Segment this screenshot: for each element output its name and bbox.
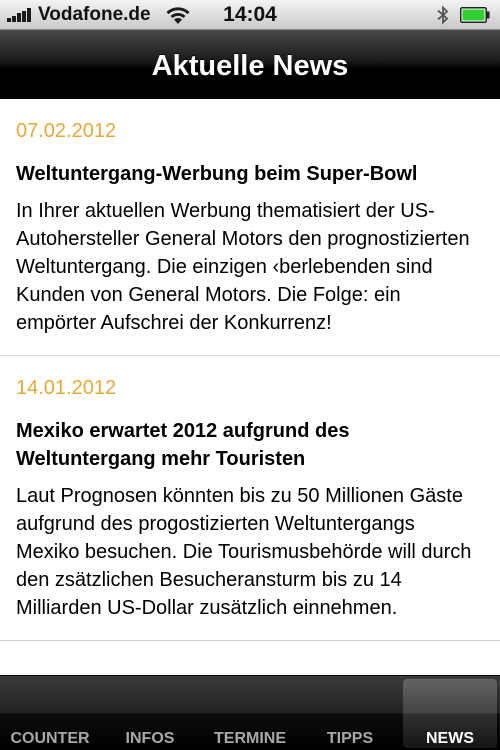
- app-screen: Vodafone.de 14:04 Aktuelle News 07.02.20…: [0, 0, 500, 750]
- tab-label: TIPPS: [326, 730, 374, 747]
- tab-tipps[interactable]: TIPPS: [300, 676, 400, 750]
- news-title: Weltuntergang-Werbung beim Super-Bowl: [16, 163, 418, 185]
- bluetooth-icon: [437, 5, 449, 25]
- tab-label: COUNTER: [10, 730, 90, 747]
- status-time: 14:04: [223, 3, 277, 26]
- tab-label: NEWS: [426, 730, 474, 747]
- battery-icon: [460, 7, 490, 23]
- tab-infos[interactable]: INFOS: [100, 676, 200, 750]
- tab-termine[interactable]: TERMINE: [200, 676, 300, 750]
- tab-label: INFOS: [125, 730, 175, 747]
- tab-label: TERMINE: [214, 730, 286, 747]
- navigation-bar: Aktuelle News: [0, 30, 500, 99]
- tab-counter[interactable]: COUNTER: [0, 676, 100, 750]
- news-body: In Ihrer aktuellen Werbung thematisiert …: [16, 200, 470, 334]
- news-item[interactable]: 14.01.2012 Mexiko erwartet 2012 aufgrund…: [0, 356, 500, 641]
- tab-bar: COUNTER INFOS TERMINE TIPPS NEWS: [0, 675, 500, 750]
- status-bar: Vodafone.de 14:04: [0, 0, 500, 30]
- news-body: Laut Prognosen könnten bis zu 50 Million…: [16, 485, 472, 619]
- news-date: 07.02.2012: [16, 120, 117, 142]
- page-title: Aktuelle News: [151, 50, 349, 82]
- tab-news[interactable]: NEWS: [403, 679, 497, 748]
- news-list[interactable]: 07.02.2012 Weltuntergang-Werbung beim Su…: [0, 99, 500, 675]
- news-date: 14.01.2012: [16, 377, 117, 399]
- news-title: Mexiko erwartet 2012 aufgrund des Weltun…: [16, 420, 350, 470]
- news-item[interactable]: 07.02.2012 Weltuntergang-Werbung beim Su…: [0, 99, 500, 356]
